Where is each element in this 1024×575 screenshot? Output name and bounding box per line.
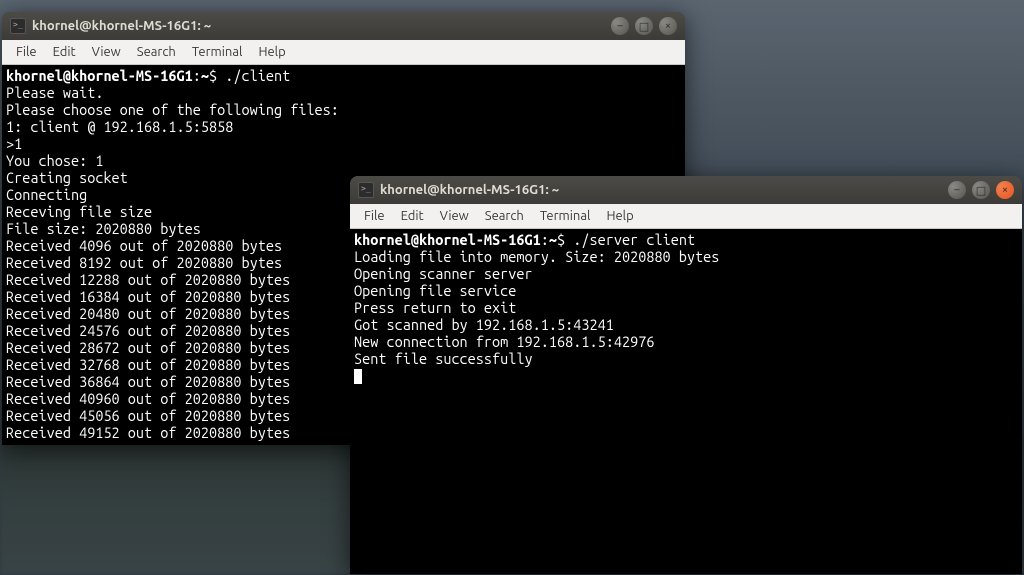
output-line: 1: client @ 192.168.1.5:5858 (6, 118, 681, 135)
terminal-window-server: khornel@khornel-MS-16G1: ~ – □ × File Ed… (350, 176, 1022, 574)
output-line: Sent file successfully (354, 350, 1018, 367)
minimize-button[interactable]: – (948, 181, 966, 199)
maximize-icon: □ (976, 184, 986, 197)
menu-file[interactable]: File (8, 42, 45, 62)
output-line: Got scanned by 192.168.1.5:43241 (354, 316, 1018, 333)
terminal-output[interactable]: khornel@khornel-MS-16G1:~$ ./server clie… (350, 229, 1022, 574)
titlebar[interactable]: khornel@khornel-MS-16G1: ~ – □ × (350, 176, 1022, 204)
output-line: You chose: 1 (6, 152, 681, 169)
minimize-button[interactable]: – (611, 17, 629, 35)
window-controls: – □ × (611, 17, 677, 35)
window-title: khornel@khornel-MS-16G1: ~ (380, 183, 948, 197)
menu-edit[interactable]: Edit (393, 206, 432, 226)
menu-terminal[interactable]: Terminal (532, 206, 599, 226)
titlebar[interactable]: khornel@khornel-MS-16G1: ~ – □ × (2, 12, 685, 40)
close-button[interactable]: × (659, 17, 677, 35)
output-line: Press return to exit (354, 299, 1018, 316)
menubar: File Edit View Search Terminal Help (2, 40, 685, 65)
output-line: Please wait. (6, 84, 681, 101)
output-line: Opening scanner server (354, 265, 1018, 282)
output-line: Opening file service (354, 282, 1018, 299)
menu-help[interactable]: Help (598, 206, 641, 226)
menu-edit[interactable]: Edit (45, 42, 84, 62)
menu-search[interactable]: Search (477, 206, 532, 226)
maximize-icon: □ (639, 20, 649, 33)
window-title: khornel@khornel-MS-16G1: ~ (32, 19, 611, 33)
menu-search[interactable]: Search (129, 42, 184, 62)
prompt-line: khornel@khornel-MS-16G1:~$ ./server clie… (354, 231, 1018, 248)
close-icon: × (1002, 184, 1008, 196)
output-line: New connection from 192.168.1.5:42976 (354, 333, 1018, 350)
minimize-icon: – (954, 184, 959, 196)
terminal-app-icon (10, 18, 26, 34)
menu-view[interactable]: View (432, 206, 477, 226)
menu-help[interactable]: Help (250, 42, 293, 62)
cursor-line (354, 367, 1018, 384)
maximize-button[interactable]: □ (635, 17, 653, 35)
window-controls: – □ × (948, 181, 1014, 199)
output-line: Loading file into memory. Size: 2020880 … (354, 248, 1018, 265)
minimize-icon: – (617, 20, 622, 32)
output-line: Please choose one of the following files… (6, 101, 681, 118)
output-line: >1 (6, 135, 681, 152)
menu-file[interactable]: File (356, 206, 393, 226)
prompt-line: khornel@khornel-MS-16G1:~$ ./client (6, 67, 681, 84)
terminal-app-icon (358, 182, 374, 198)
menu-terminal[interactable]: Terminal (184, 42, 251, 62)
close-button[interactable]: × (996, 181, 1014, 199)
close-icon: × (665, 20, 671, 32)
cursor-icon (354, 369, 362, 384)
maximize-button[interactable]: □ (972, 181, 990, 199)
menu-view[interactable]: View (84, 42, 129, 62)
menubar: File Edit View Search Terminal Help (350, 204, 1022, 229)
